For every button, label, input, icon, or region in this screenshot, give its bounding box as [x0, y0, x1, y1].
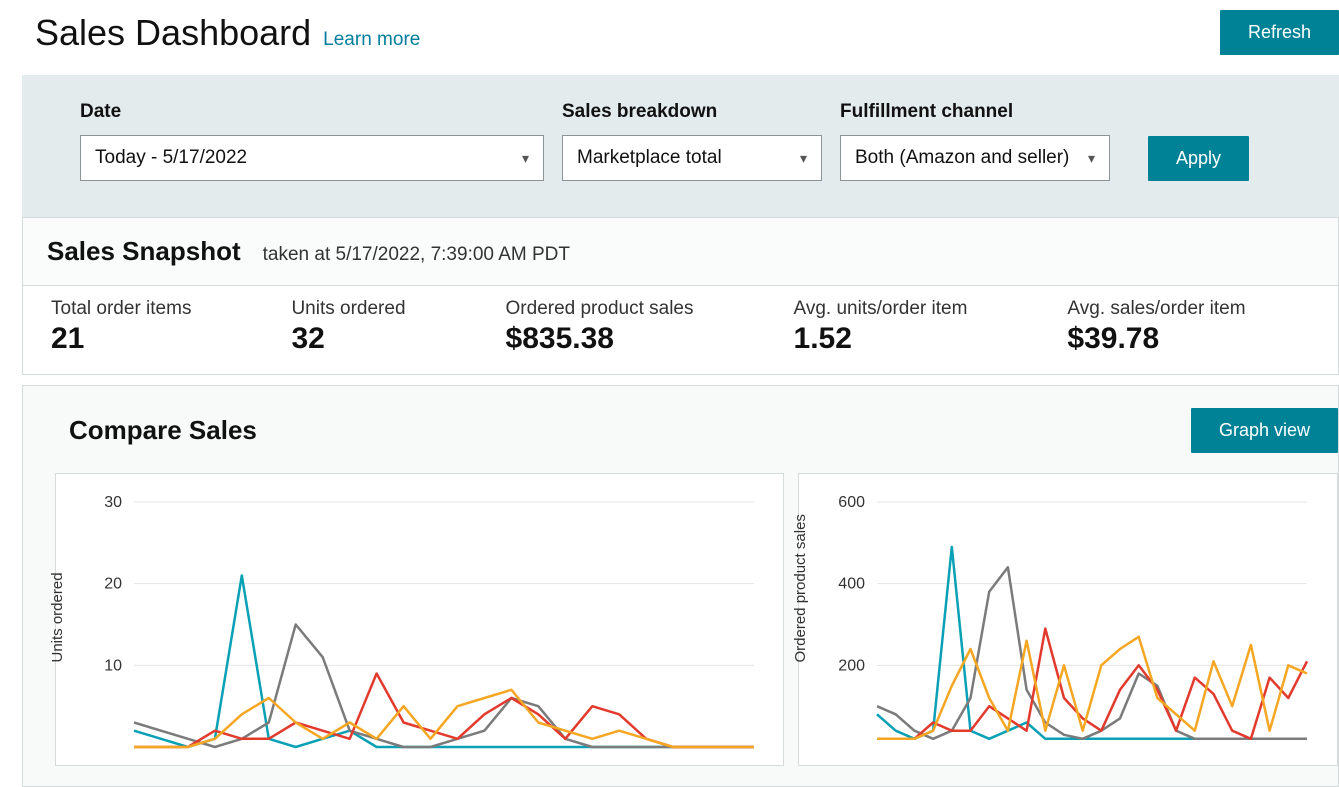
metric-value-units-ordered: 32: [291, 322, 405, 356]
apply-button[interactable]: Apply: [1148, 136, 1249, 181]
svg-text:400: 400: [839, 576, 866, 593]
date-select-value: Today - 5/17/2022: [95, 147, 247, 169]
chart-svg: 10 20 30: [64, 492, 764, 752]
chevron-down-icon: ▾: [800, 150, 807, 167]
chart-units-ordered: Units ordered 102030: [55, 473, 784, 766]
svg-text:200: 200: [839, 657, 866, 674]
breakdown-label: Sales breakdown: [562, 101, 822, 123]
refresh-button[interactable]: Refresh: [1220, 10, 1339, 55]
svg-text:10: 10: [104, 657, 122, 674]
svg-text:20: 20: [104, 576, 122, 593]
compare-sales-panel: Compare Sales Graph view Units ordered 1…: [22, 385, 1339, 787]
date-select[interactable]: Today - 5/17/2022 ▾: [80, 135, 544, 181]
metric-value-avg-sales: $39.78: [1067, 322, 1245, 356]
chevron-down-icon: ▾: [522, 150, 529, 167]
compare-title: Compare Sales: [69, 415, 257, 446]
metric-label-ordered-sales: Ordered product sales: [506, 298, 694, 320]
svg-text:30: 30: [104, 494, 122, 511]
snapshot-title: Sales Snapshot: [47, 236, 241, 267]
metric-label-units-ordered: Units ordered: [291, 298, 405, 320]
metric-label-avg-sales: Avg. sales/order item: [1067, 298, 1245, 320]
snapshot-timestamp: taken at 5/17/2022, 7:39:00 AM PDT: [263, 244, 570, 266]
channel-select-value: Both (Amazon and seller): [855, 147, 1069, 169]
metric-value-avg-units: 1.52: [794, 322, 968, 356]
metric-label-total-order-items: Total order items: [51, 298, 191, 320]
filter-bar: Date Today - 5/17/2022 ▾ Sales breakdown…: [22, 75, 1339, 217]
graph-view-button[interactable]: Graph view: [1191, 408, 1338, 453]
sales-snapshot-panel: Sales Snapshot taken at 5/17/2022, 7:39:…: [22, 217, 1339, 375]
page-title: Sales Dashboard: [35, 12, 311, 54]
chart-ylabel: Ordered product sales: [792, 514, 809, 662]
metric-label-avg-units: Avg. units/order item: [794, 298, 968, 320]
chart-svg: 200 400 600: [807, 492, 1317, 752]
breakdown-select-value: Marketplace total: [577, 147, 722, 169]
metric-value-ordered-sales: $835.38: [506, 322, 694, 356]
chevron-down-icon: ▾: [1088, 150, 1095, 167]
learn-more-link[interactable]: Learn more: [323, 29, 420, 51]
chart-ylabel: Units ordered: [49, 573, 66, 663]
svg-text:600: 600: [839, 494, 866, 511]
chart-ordered-product-sales: Ordered product sales 200400600: [798, 473, 1338, 766]
channel-select[interactable]: Both (Amazon and seller) ▾: [840, 135, 1110, 181]
date-label: Date: [80, 101, 544, 123]
channel-label: Fulfillment channel: [840, 101, 1110, 123]
breakdown-select[interactable]: Marketplace total ▾: [562, 135, 822, 181]
metric-value-total-order-items: 21: [51, 322, 191, 356]
